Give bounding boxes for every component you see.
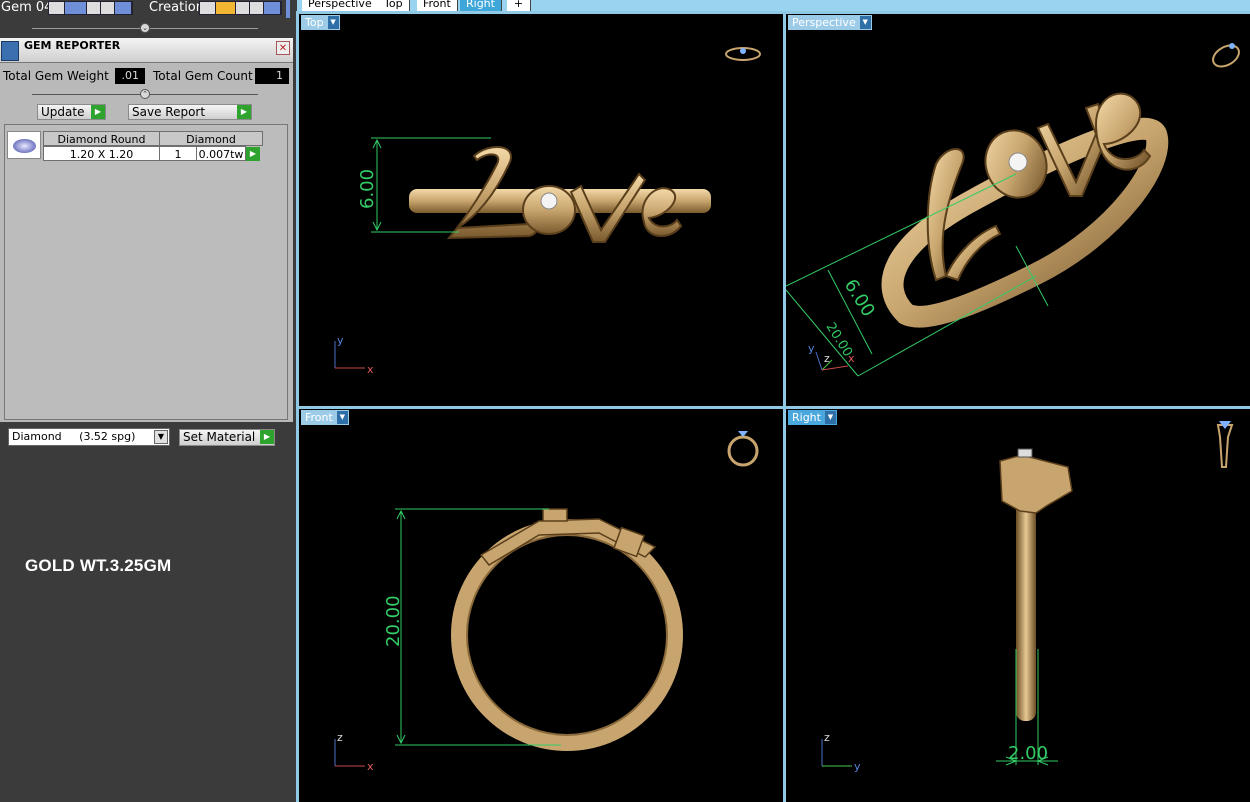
love-letters bbox=[926, 92, 1152, 282]
ring-icon bbox=[727, 431, 759, 467]
svg-text:z: z bbox=[337, 731, 343, 744]
gold-weight-note: GOLD WT.3.25GM bbox=[25, 556, 172, 575]
total-gem-weight-label: Total Gem Weight bbox=[3, 69, 109, 83]
total-gem-count-label: Total Gem Count bbox=[153, 69, 253, 83]
dimension-guides bbox=[395, 508, 561, 746]
gem-thumbnail[interactable] bbox=[7, 131, 41, 159]
right-view-drawing: 2.00 z y bbox=[821, 421, 1234, 773]
viewport-top[interactable]: Top ▼ 6.00 y x bbox=[299, 14, 783, 406]
splitter-handle[interactable]: ⌄ bbox=[140, 23, 150, 33]
ring-icon bbox=[725, 47, 761, 61]
tab-front[interactable]: Front bbox=[417, 0, 458, 11]
go-arrow-icon: ▶ bbox=[237, 105, 251, 119]
gem-list: Diamond Round Diamond 1.20 X 1.20 1 0.00… bbox=[4, 124, 288, 420]
gem-icon bbox=[13, 139, 36, 153]
gem-type-header: Diamond bbox=[159, 131, 263, 146]
top-dimension-label: 6.00 bbox=[357, 169, 378, 209]
save-report-button[interactable]: Save Report ▶ bbox=[128, 104, 252, 120]
layer-strip: Gem 04 Creation bbox=[0, 0, 297, 18]
svg-text:x: x bbox=[367, 363, 374, 376]
svg-text:z: z bbox=[824, 352, 830, 365]
svg-text:y: y bbox=[337, 334, 344, 347]
total-gem-weight-value: .01 bbox=[115, 68, 145, 84]
dimension-guides bbox=[371, 137, 491, 233]
go-arrow-icon[interactable]: ▶ bbox=[246, 147, 260, 161]
set-material-button[interactable]: Set Material ▶ bbox=[179, 429, 275, 446]
diamond-stone bbox=[1008, 152, 1028, 172]
axis-indicator: z y bbox=[821, 731, 861, 773]
gem-size-cell: 1.20 X 1.20 bbox=[43, 146, 160, 161]
axis-indicator: y x bbox=[334, 334, 374, 376]
front-view-drawing: 20.00 z x bbox=[334, 431, 759, 773]
axis-indicator: z x bbox=[334, 731, 374, 773]
perspective-dimension-1-label: 6.00 bbox=[840, 276, 879, 321]
svg-text:x: x bbox=[367, 760, 374, 773]
perspective-view-drawing: 6.00 20.00 y z x bbox=[786, 43, 1240, 377]
ring-shank bbox=[1016, 497, 1036, 721]
tab-right[interactable]: Right bbox=[460, 0, 502, 11]
gem-count-cell: 1 bbox=[159, 146, 197, 161]
gem-reporter-titlebar: GEM REPORTER ✕ bbox=[0, 38, 293, 63]
left-panel: Gem 04 Creation ⌄ GEM REPORTER ✕ Total G… bbox=[0, 0, 297, 802]
front-dimension-label: 20.00 bbox=[383, 595, 404, 647]
svg-text:z: z bbox=[824, 731, 830, 744]
gem-weight-cell: 0.007tw bbox=[196, 146, 246, 161]
go-arrow-icon: ▶ bbox=[91, 105, 105, 119]
update-button-label: Update bbox=[41, 105, 85, 119]
splitter-handle[interactable]: ⌃ bbox=[140, 89, 150, 99]
set-material-button-label: Set Material bbox=[183, 430, 256, 444]
material-select-value: Diamond (3.52 spg) bbox=[12, 430, 136, 443]
viewport-front[interactable]: Front ▼ 20.00 z x bbox=[299, 409, 783, 802]
viewport-perspective[interactable]: Perspective ▼ 6.00 20.00 y z x bbox=[786, 14, 1250, 406]
layer-gem04-controls[interactable] bbox=[48, 1, 133, 15]
diamond-stone bbox=[1017, 448, 1033, 458]
dropdown-icon[interactable]: ▼ bbox=[154, 430, 168, 444]
save-report-button-label: Save Report bbox=[132, 105, 206, 119]
layer-gem04-label: Gem 04 bbox=[1, 0, 53, 15]
update-button[interactable]: Update ▶ bbox=[37, 104, 106, 120]
love-letters bbox=[999, 454, 1073, 514]
svg-text:y: y bbox=[854, 760, 861, 773]
tab-top[interactable]: Top bbox=[378, 0, 410, 11]
top-view-drawing: 6.00 y x bbox=[334, 47, 761, 376]
material-select[interactable]: Diamond (3.52 spg) ▼ bbox=[8, 428, 170, 446]
svg-text:x: x bbox=[848, 352, 855, 365]
viewport-right[interactable]: Right ▼ 2.00 z y bbox=[786, 409, 1250, 802]
tab-perspective[interactable]: Perspective bbox=[302, 0, 379, 11]
dimension-guides bbox=[786, 173, 1049, 377]
ring-icon bbox=[1212, 43, 1240, 68]
svg-text:y: y bbox=[808, 342, 815, 355]
go-arrow-icon: ▶ bbox=[260, 430, 274, 444]
close-icon[interactable]: ✕ bbox=[276, 41, 290, 55]
layer-creation-controls[interactable] bbox=[199, 1, 282, 15]
layer-scroll-edge bbox=[286, 0, 290, 18]
diamond-stone bbox=[540, 192, 558, 210]
gem-reporter-icon bbox=[1, 41, 19, 61]
layer-creation-label: Creation bbox=[149, 0, 205, 15]
add-tab-button[interactable]: + bbox=[507, 0, 531, 11]
gem-reporter-title: GEM REPORTER bbox=[24, 39, 121, 52]
right-dimension-label: 2.00 bbox=[1008, 743, 1048, 764]
gem-shape-header: Diamond Round bbox=[43, 131, 160, 146]
total-gem-count-value: 1 bbox=[255, 68, 289, 84]
ring-icon bbox=[1216, 421, 1234, 468]
